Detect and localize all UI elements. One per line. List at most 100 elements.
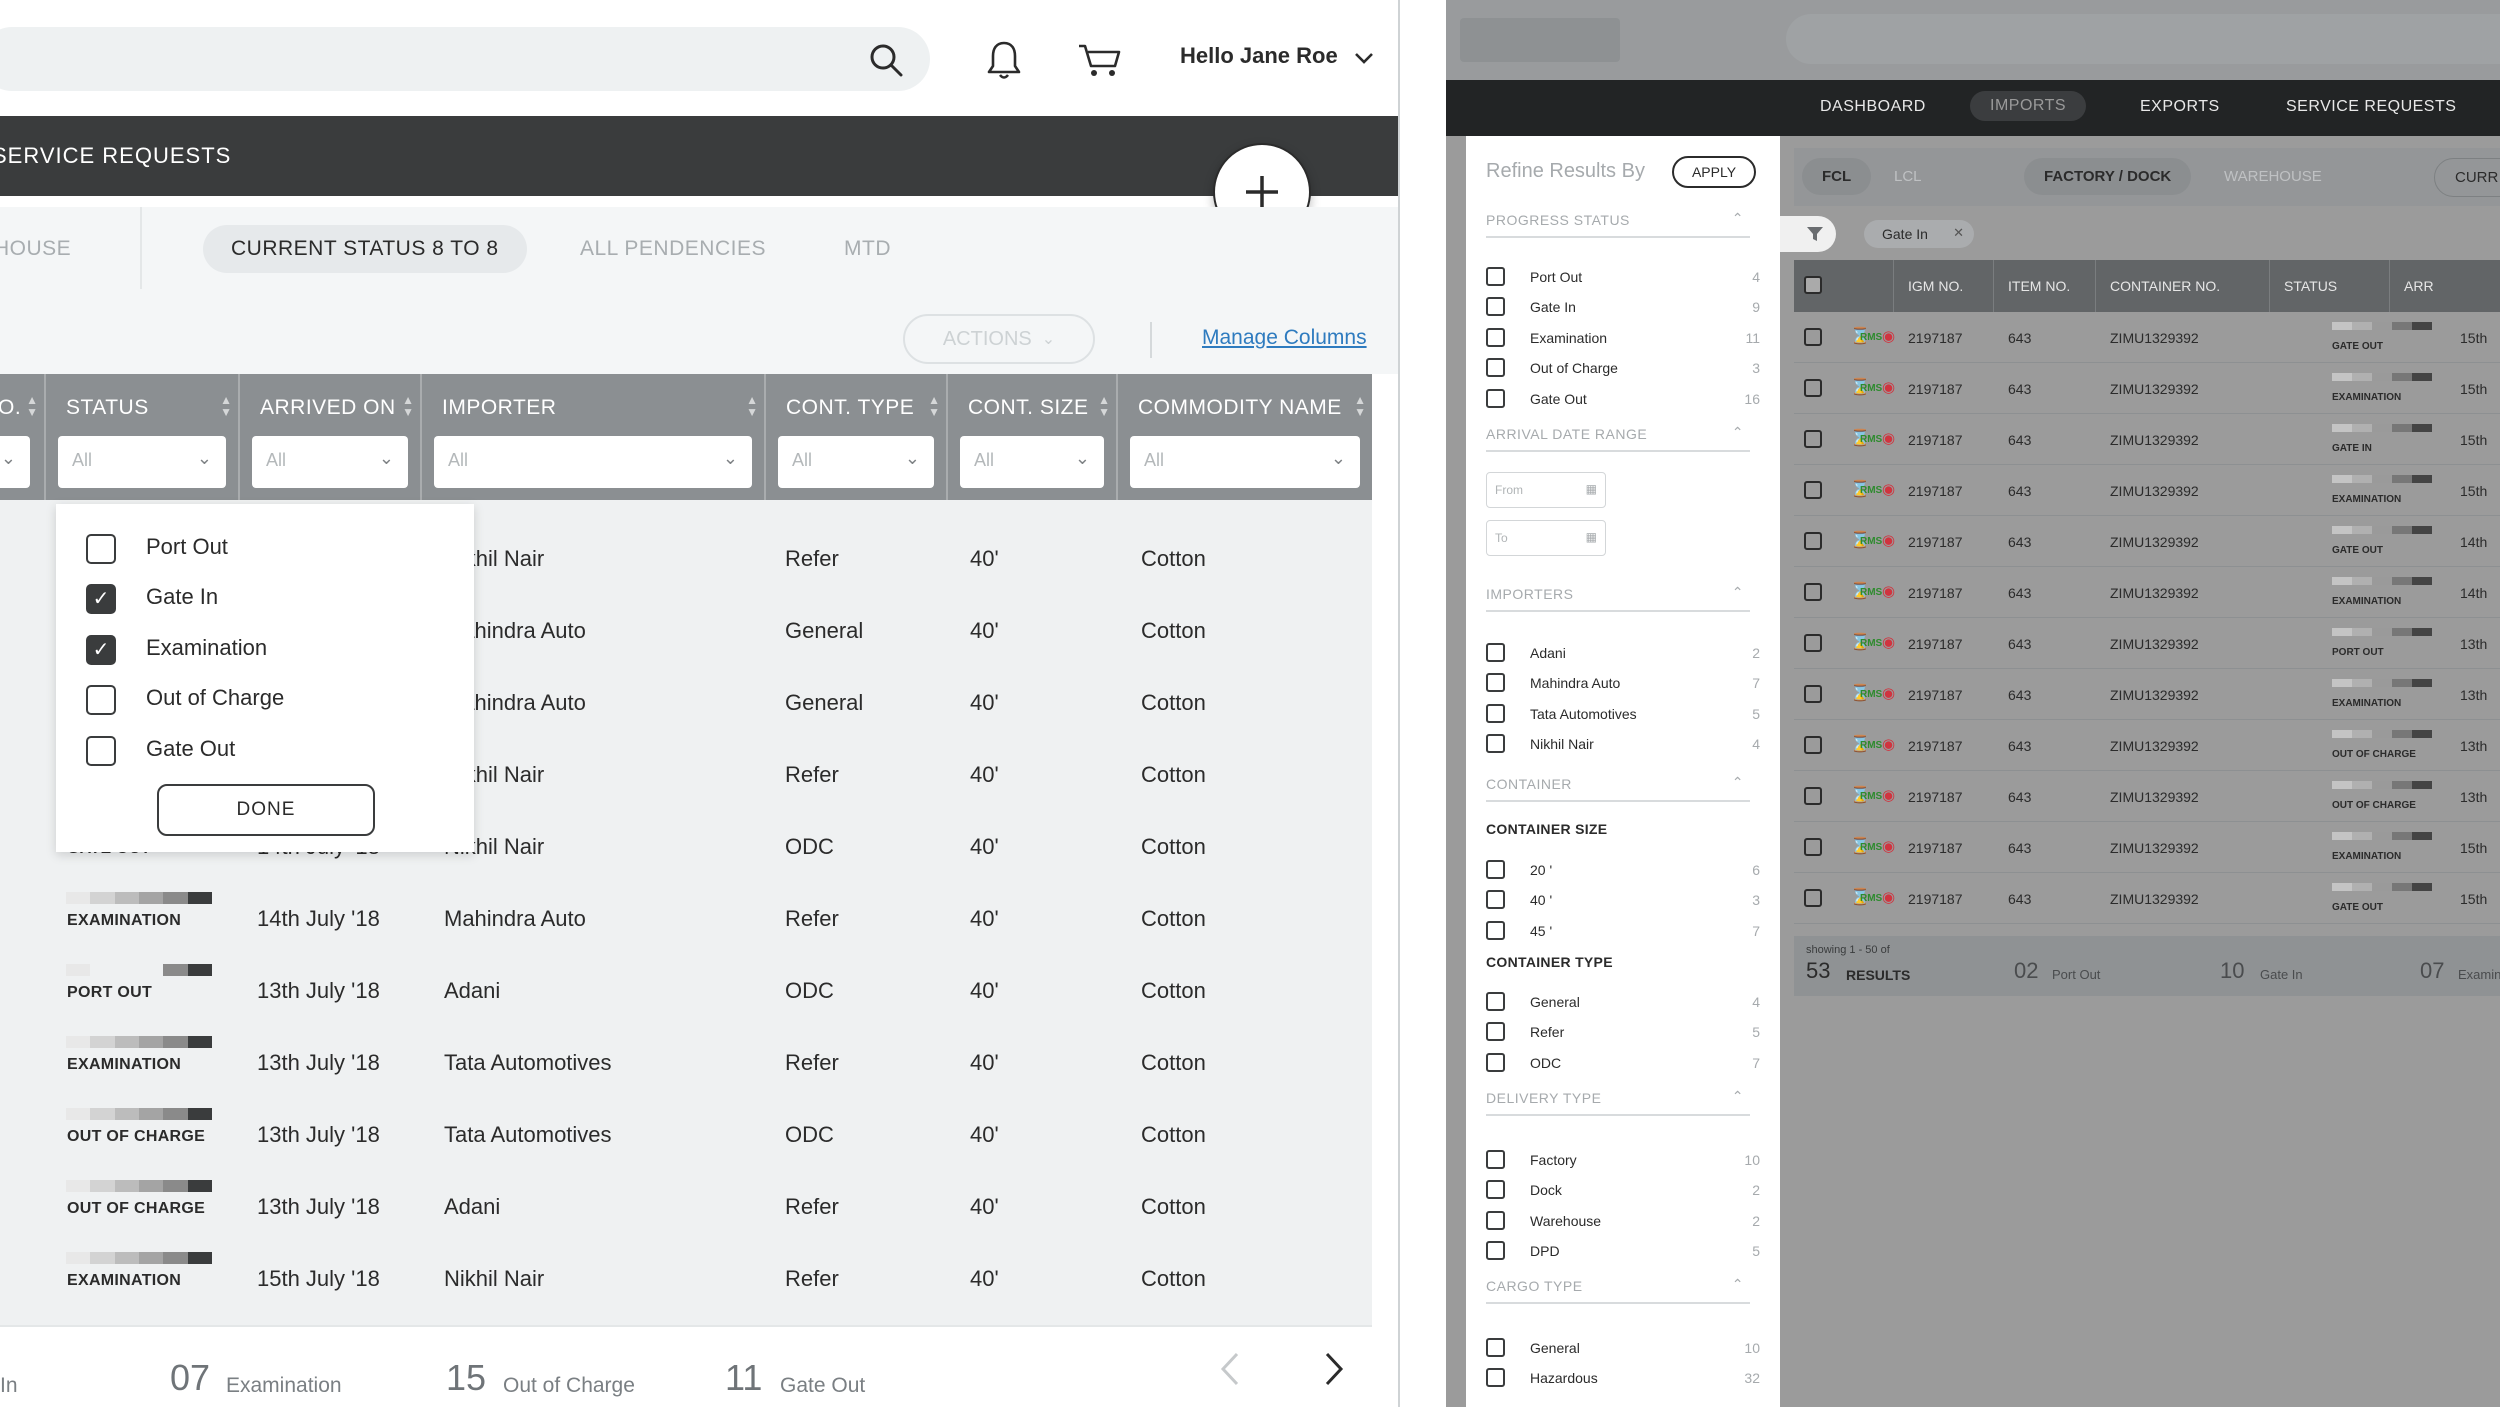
- section-importers[interactable]: IMPORTERS ⌃: [1486, 584, 1750, 612]
- table-row[interactable]: ⌛ ◉ RMS 2197187 643 ZIMU1329392 PORT OUT 13th: [1794, 618, 2500, 669]
- table-row[interactable]: ⌛ ◉ RMS 2197187 643 ZIMU1329392 GATE OUT 14th: [1794, 516, 2500, 567]
- sort-icon[interactable]: ▲ ▼: [928, 394, 940, 418]
- eye-icon[interactable]: ◉: [1882, 480, 1895, 498]
- option-label[interactable]: Gate In: [146, 584, 218, 610]
- table-row[interactable]: ⌛ ◉ RMS 2197187 643 ZIMU1329392 EXAMINATION 15t…: [1794, 822, 2500, 873]
- option-label[interactable]: Gate Out: [146, 736, 235, 762]
- active-filter-chip[interactable]: Gate In ✕: [1864, 220, 1974, 248]
- checkbox[interactable]: [1486, 1180, 1505, 1199]
- table-row[interactable]: ⌛ ◉ RMS 2197187 643 ZIMU1329392 GATE OUT 15th: [1794, 312, 2500, 363]
- row-checkbox[interactable]: [1804, 736, 1822, 754]
- filter-item[interactable]: Hazardous 32: [1486, 1368, 1760, 1388]
- row-checkbox[interactable]: [1804, 634, 1822, 652]
- nav-service-requests[interactable]: SERVICE REQUESTS: [0, 143, 231, 169]
- checkbox[interactable]: [1486, 643, 1505, 662]
- filter-item[interactable]: ODC 7: [1486, 1053, 1760, 1073]
- table-row[interactable]: OUT OF CHARGE 13th July '18 Adani Refer …: [0, 1170, 1372, 1242]
- nav-dashboard[interactable]: DASHBOARD: [1820, 98, 1926, 116]
- filter-item[interactable]: General 10: [1486, 1338, 1760, 1358]
- filter-item[interactable]: Gate In 9: [1486, 297, 1760, 317]
- column-header-status[interactable]: STATUS ▲ ▼ All ⌄: [46, 374, 240, 500]
- checkbox[interactable]: [1486, 1211, 1505, 1230]
- filter-item[interactable]: 20 ' 6: [1486, 860, 1760, 880]
- checkbox[interactable]: [1486, 1338, 1505, 1357]
- checkbox[interactable]: [1486, 673, 1505, 692]
- sort-icon[interactable]: ▲ ▼: [402, 394, 414, 418]
- checkbox-gate-out[interactable]: [86, 736, 116, 766]
- row-checkbox[interactable]: [1804, 685, 1822, 703]
- user-greeting[interactable]: Hello Jane Roe: [1180, 43, 1338, 69]
- tab-current-status[interactable]: CURRENT STATUS 8 TO 8: [203, 225, 527, 273]
- row-checkbox[interactable]: [1804, 583, 1822, 601]
- row-checkbox[interactable]: [1804, 430, 1822, 448]
- chevron-left-icon[interactable]: [1212, 1347, 1248, 1391]
- column-header-status[interactable]: STATUS: [2270, 260, 2390, 312]
- column-header-arrived[interactable]: ARR: [2390, 260, 2500, 312]
- filter-item[interactable]: Out of Charge 3: [1486, 358, 1760, 378]
- checkbox[interactable]: [1486, 297, 1505, 316]
- row-checkbox[interactable]: [1804, 481, 1822, 499]
- row-checkbox[interactable]: [1804, 838, 1822, 856]
- checkbox[interactable]: [1486, 328, 1505, 347]
- checkbox[interactable]: [1486, 992, 1505, 1011]
- arrived-filter-select[interactable]: All ⌄: [252, 436, 408, 488]
- chevron-down-icon[interactable]: [1352, 46, 1376, 70]
- eye-icon[interactable]: ◉: [1882, 888, 1895, 906]
- column-header[interactable]: O. ▲ ▼ ⌄: [0, 374, 46, 500]
- section-container[interactable]: CONTAINER ⌃: [1486, 774, 1750, 802]
- tab-factory-dock[interactable]: FACTORY / DOCK: [2024, 158, 2192, 195]
- eye-icon[interactable]: ◉: [1882, 684, 1895, 702]
- status-filter-select[interactable]: All ⌄: [58, 436, 226, 488]
- table-row[interactable]: ⌛ ◉ RMS 2197187 643 ZIMU1329392 OUT OF CHARGE 1…: [1794, 771, 2500, 822]
- column-header-importer[interactable]: IMPORTER ▲ ▼ All ⌄: [422, 374, 766, 500]
- sort-icon[interactable]: ▲ ▼: [220, 394, 232, 418]
- table-row[interactable]: OUT OF CHARGE 13th July '18 Tata Automot…: [0, 1098, 1372, 1170]
- table-row[interactable]: ⌛ ◉ RMS 2197187 643 ZIMU1329392 EXAMINATION 15t…: [1794, 363, 2500, 414]
- eye-icon[interactable]: ◉: [1882, 327, 1895, 345]
- checkbox[interactable]: [1486, 267, 1505, 286]
- close-icon[interactable]: ✕: [1953, 225, 1964, 241]
- apply-button[interactable]: APPLY: [1672, 156, 1756, 188]
- sort-icon[interactable]: ▲ ▼: [1354, 394, 1366, 418]
- search-icon[interactable]: [866, 40, 906, 80]
- filter-item[interactable]: Tata Automotives 5: [1486, 704, 1760, 724]
- filter-item[interactable]: 40 ' 3: [1486, 890, 1760, 910]
- filter-item[interactable]: Port Out 4: [1486, 267, 1760, 287]
- checkbox[interactable]: [1486, 389, 1505, 408]
- checkbox[interactable]: [1486, 890, 1505, 909]
- importer-filter-select[interactable]: All ⌄: [434, 436, 752, 488]
- search-bar[interactable]: [1786, 14, 2500, 64]
- filter-item[interactable]: Dock 2: [1486, 1180, 1760, 1200]
- cart-icon[interactable]: [1076, 38, 1124, 82]
- commodity-filter-select[interactable]: All ⌄: [1130, 436, 1360, 488]
- tab-warehouse[interactable]: HOUSE: [0, 237, 71, 261]
- filter-item[interactable]: General 4: [1486, 992, 1760, 1012]
- option-label[interactable]: Out of Charge: [146, 685, 284, 711]
- eye-icon[interactable]: ◉: [1882, 378, 1895, 396]
- table-row[interactable]: PORT OUT 13th July '18 Adani ODC 40' Cot…: [0, 954, 1372, 1026]
- eye-icon[interactable]: ◉: [1882, 786, 1895, 804]
- column-header-arrived-on[interactable]: ARRIVED ON ▲ ▼ All ⌄: [240, 374, 422, 500]
- checkbox-out-of-charge[interactable]: [86, 685, 116, 715]
- filter-item[interactable]: Nikhil Nair 4: [1486, 734, 1760, 754]
- filter-select[interactable]: ⌄: [0, 436, 30, 488]
- filter-item[interactable]: Examination 11: [1486, 328, 1760, 348]
- tab-fcl[interactable]: FCL: [1802, 158, 1872, 195]
- table-row[interactable]: ⌛ ◉ RMS 2197187 643 ZIMU1329392 EXAMINATION 13t…: [1794, 669, 2500, 720]
- eye-icon[interactable]: ◉: [1882, 633, 1895, 651]
- cont-type-filter-select[interactable]: All ⌄: [778, 436, 934, 488]
- checkbox[interactable]: [1486, 1022, 1505, 1041]
- table-row[interactable]: EXAMINATION 13th July '18 Tata Automotiv…: [0, 1026, 1372, 1098]
- bell-icon[interactable]: [984, 38, 1024, 82]
- table-row[interactable]: ⌛ ◉ RMS 2197187 643 ZIMU1329392 GATE IN 15th: [1794, 414, 2500, 465]
- done-button[interactable]: DONE: [157, 784, 375, 836]
- checkbox[interactable]: [1486, 1150, 1505, 1169]
- filter-item[interactable]: Refer 5: [1486, 1022, 1760, 1042]
- eye-icon[interactable]: ◉: [1882, 735, 1895, 753]
- cont-size-filter-select[interactable]: All ⌄: [960, 436, 1104, 488]
- checkbox[interactable]: [1486, 860, 1505, 879]
- row-checkbox[interactable]: [1804, 328, 1822, 346]
- chevron-right-icon[interactable]: [1316, 1347, 1352, 1391]
- manage-columns-link[interactable]: Manage Columns: [1202, 326, 1367, 350]
- table-row[interactable]: ⌛ ◉ RMS 2197187 643 ZIMU1329392 OUT OF CHARGE 1…: [1794, 720, 2500, 771]
